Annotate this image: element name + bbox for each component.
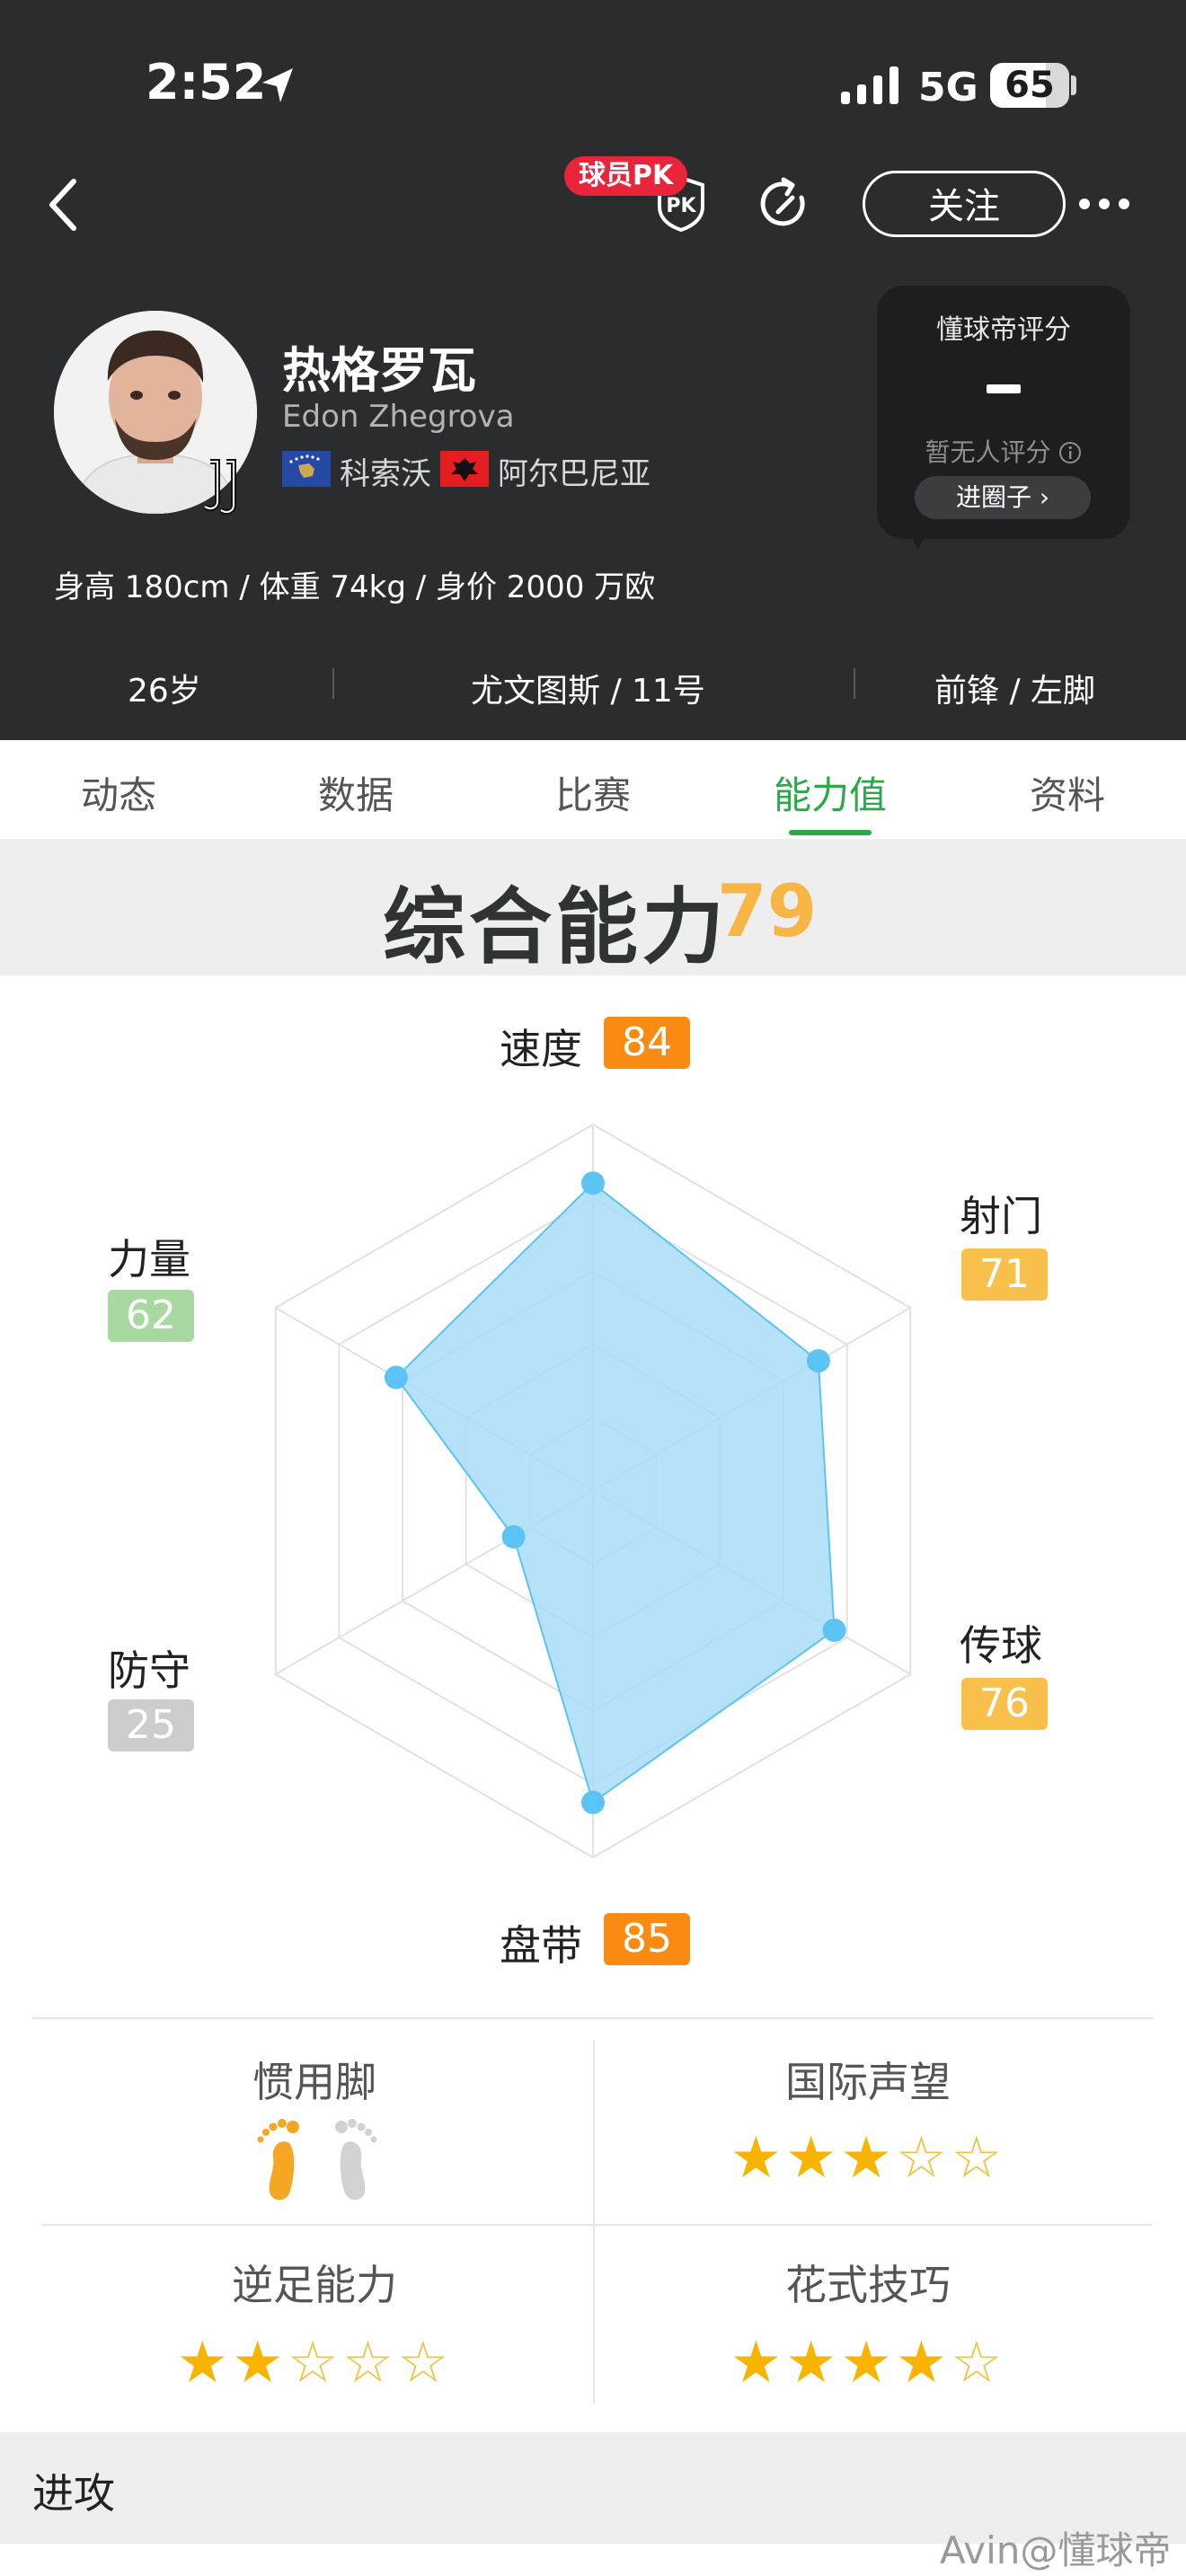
pk-icon-text: PK [666, 195, 696, 217]
radar-label-defense: 防守 [108, 1646, 190, 1695]
player-name: 热格罗瓦 [282, 342, 476, 399]
traits-divider-top [32, 2017, 1154, 2019]
attack-section-title: 进攻 [32, 2469, 115, 2518]
preferred-foot-title: 惯用脚 [252, 2058, 376, 2106]
battery-icon: 65 [990, 63, 1069, 108]
radar-score-shooting: 71 [961, 1248, 1048, 1301]
follow-button[interactable]: 关注 [863, 171, 1066, 237]
star-filled-icon: ★ [176, 2330, 232, 2396]
radar-label-passing: 传球 [960, 1621, 1042, 1670]
nationality-1: 科索沃 [340, 456, 431, 492]
radar-score-strength: 62 [108, 1290, 194, 1342]
active-tab-indicator [789, 830, 872, 835]
player-pk-badge[interactable]: 球员PK [564, 156, 688, 196]
player-position-foot: 前锋 / 左脚 [934, 673, 1096, 710]
right-foot-icon [335, 2119, 377, 2201]
radar-label-dribbling: 盘带 [500, 1921, 582, 1970]
radar-point-5 [384, 1365, 408, 1389]
network-type: 5G [918, 65, 978, 110]
watermark: Avin@懂球帝 [940, 2528, 1172, 2572]
rating-empty-dash [987, 384, 1021, 393]
ability-radar-chart [274, 1123, 912, 1859]
radar-point-2 [822, 1619, 846, 1643]
status-time: 2:52 [146, 54, 267, 110]
radar-point-0 [581, 1171, 605, 1195]
nationality-2: 阿尔巴尼亚 [498, 456, 651, 492]
albania-flag-icon [440, 451, 489, 487]
signal-icon [841, 66, 898, 104]
radar-point-3 [581, 1790, 605, 1814]
tab-news[interactable]: 动态 [0, 765, 237, 820]
skill-moves-stars: ★★★★☆ [616, 2330, 1120, 2396]
share-icon[interactable] [757, 176, 812, 232]
kosovo-flag-icon [282, 451, 331, 487]
join-circle-button[interactable]: 进圈子 › [915, 476, 1091, 519]
radar-data-area [394, 1181, 836, 1804]
player-age: 26岁 [128, 673, 201, 710]
star-empty-icon: ☆ [341, 2330, 398, 2396]
weak-foot-title: 逆足能力 [232, 2261, 397, 2309]
star-empty-icon: ☆ [895, 2125, 951, 2192]
rating-title: 懂球帝评分 [936, 314, 1071, 346]
star-empty-icon: ☆ [287, 2330, 342, 2396]
rating-none-label: 暂无人评分 [925, 437, 1051, 467]
star-empty-icon: ☆ [951, 2125, 1006, 2192]
skill-moves-title: 花式技巧 [785, 2261, 951, 2309]
star-filled-icon: ★ [730, 2330, 785, 2396]
club-logo-icon [203, 459, 236, 515]
more-icon[interactable] [1078, 198, 1130, 210]
star-filled-icon: ★ [231, 2330, 288, 2396]
battery-percent: 65 [1005, 65, 1055, 106]
tab-ability[interactable]: 能力值 [712, 765, 949, 820]
tab-matches[interactable]: 比赛 [474, 765, 712, 820]
star-filled-icon: ★ [730, 2125, 785, 2192]
overall-title: 综合能力 [383, 879, 729, 975]
info-icon[interactable] [1058, 441, 1082, 464]
weak-foot-stars: ★★☆☆☆ [63, 2330, 566, 2396]
radar-label-speed: 速度 [500, 1025, 582, 1073]
rating-card-tail [907, 528, 929, 550]
radar-point-1 [806, 1349, 830, 1373]
traits-divider-middle [41, 2224, 1152, 2226]
location-arrow-icon [262, 68, 293, 102]
traits-divider-vertical [593, 2041, 595, 2404]
radar-score-defense: 25 [108, 1699, 194, 1751]
radar-label-strength: 力量 [108, 1235, 190, 1284]
star-filled-icon: ★ [840, 2330, 896, 2396]
player-club-number: 尤文图斯 / 11号 [471, 673, 705, 710]
radar-point-4 [501, 1525, 526, 1548]
star-filled-icon: ★ [840, 2125, 896, 2192]
radar-label-shooting: 射门 [960, 1192, 1042, 1240]
tab-profile[interactable]: 资料 [949, 765, 1186, 820]
radar-score-dribbling: 85 [604, 1913, 690, 1965]
info-separator [332, 668, 334, 699]
star-empty-icon: ☆ [397, 2330, 453, 2396]
star-filled-icon: ★ [784, 2330, 841, 2396]
left-foot-icon [257, 2119, 299, 2201]
intl-reputation-title: 国际声望 [785, 2058, 951, 2106]
info-separator [854, 668, 855, 699]
battery-tip [1071, 75, 1076, 95]
radar-score-passing: 76 [961, 1678, 1048, 1730]
rating-none-text: 暂无人评分 [877, 433, 1130, 469]
intl-reputation-stars: ★★★☆☆ [616, 2125, 1120, 2192]
player-physical-stats: 身高 180cm / 体重 74kg / 身价 2000 万欧 [54, 569, 656, 605]
star-filled-icon: ★ [784, 2125, 841, 2192]
tab-stats[interactable]: 数据 [237, 765, 474, 820]
overall-value: 79 [717, 869, 818, 953]
radar-score-speed: 84 [604, 1017, 690, 1069]
back-icon[interactable] [43, 176, 86, 234]
player-name-en: Edon Zhegrova [282, 399, 515, 435]
star-filled-icon: ★ [895, 2330, 951, 2396]
star-empty-icon: ☆ [951, 2330, 1006, 2396]
